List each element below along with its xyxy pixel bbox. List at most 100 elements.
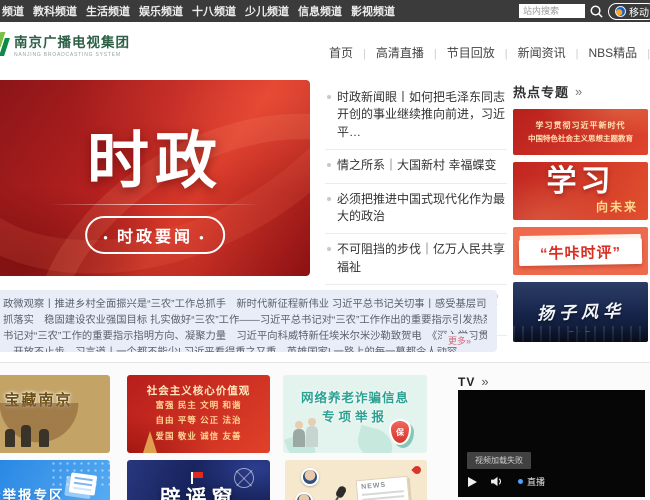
flag-icon: [193, 472, 203, 478]
ticker-line[interactable]: 、开放不止步 习言道丨一个都不能少! 习近平看得重之又重 英雄国家! 一路上的每…: [3, 345, 487, 352]
nav-news[interactable]: 新闻资讯: [517, 46, 567, 60]
channel-link[interactable]: 娱乐频道: [139, 3, 183, 19]
banner-divider: [50, 204, 260, 205]
topic-text: 扬子风华: [536, 296, 625, 324]
topic-text: 学习: [547, 162, 615, 200]
video-error-toast: 视频加载失败: [467, 452, 531, 469]
channel-link[interactable]: 影视频道: [351, 3, 395, 19]
live-label: 直播: [527, 475, 545, 488]
card-core-values[interactable]: 社会主义核心价值观 富强 民主 文明 和谐 自由 平等 公正 法治 爱国 敬业 …: [127, 375, 270, 453]
banner-title: 时政: [0, 110, 310, 200]
logo-subtitle: NANJING BROADCASTING SYSTEM: [14, 52, 130, 58]
values-line: 自由 平等 公正 法治: [127, 413, 270, 428]
headline-item[interactable]: 必须把推进中国式现代化作为最大的政治: [325, 184, 507, 235]
document-icon: [69, 472, 98, 495]
video-player[interactable]: 视频加载失败 直播: [458, 390, 645, 497]
microphone-icon: [335, 485, 348, 499]
hot-topics-more-icon[interactable]: »: [575, 84, 582, 99]
headline-text: 不可阻挡的步伐｜亿万人民共享福祉: [337, 241, 507, 276]
shield-icon: 保: [389, 419, 411, 445]
bullet-icon: [327, 247, 331, 251]
bronze-figure-icon: [5, 429, 15, 447]
player-controls: 直播: [468, 475, 545, 488]
headline-text: 情之所系｜大国新村 幸福蝶变: [337, 157, 496, 174]
more-link[interactable]: 更多»: [442, 334, 471, 347]
hot-topics-title: 热点专题: [513, 82, 569, 101]
channel-link[interactable]: 生活频道: [86, 3, 130, 19]
flower-icon: [411, 464, 422, 475]
mobile-version-label: 移动: [629, 4, 649, 19]
channel-bar: 频道 教科频道 生活频道 娱乐频道 十八频道 少儿频道 信息频道 影视频道 移动: [0, 0, 650, 22]
main-nav: 首页|高清直播|节目回放|新闻资讯|NBS精品|牛咔时评|广: [328, 44, 650, 61]
paper-decoration: “牛咔时评”: [519, 238, 642, 266]
tv-section-header: TV »: [458, 374, 489, 389]
mobile-app-icon: [615, 6, 626, 17]
channel-link[interactable]: 信息频道: [298, 3, 342, 19]
bullet-icon: [327, 163, 331, 167]
card-enterprise-report[interactable]: 企举报专区: [0, 460, 110, 500]
headline-item[interactable]: 情之所系｜大国新村 幸福蝶变: [325, 150, 507, 183]
volume-icon[interactable]: [491, 476, 504, 487]
bronze-figure-icon: [21, 425, 31, 447]
search-input[interactable]: [519, 4, 585, 18]
tv-label: TV: [458, 375, 475, 389]
channel-link[interactable]: 教科频道: [33, 3, 77, 19]
ticker-line[interactable]: 抓落实 稳固建设农业强国目标 扎实做好“三农”工作——习近平总书记对“三农”工作…: [3, 313, 487, 329]
nav-replay[interactable]: 节目回放: [446, 46, 496, 60]
ticker-line[interactable]: 书记对“三农”工作的重要指示指明方向、凝聚力量 习近平向科威特新任埃米尔米沙勒致…: [3, 329, 487, 345]
hot-topics-panel: 热点专题 » 学习贯彻习近平新时代 中国特色社会主义思想主题教育 学习 向未来 …: [513, 82, 648, 349]
topic-text: 学习贯彻习近平新时代: [536, 120, 626, 131]
topic-banner-theme-education[interactable]: 学习贯彻习近平新时代 中国特色社会主义思想主题教育: [513, 109, 648, 155]
search-icon[interactable]: [589, 4, 604, 19]
site-header: 南京广播电视集团 NANJING BROADCASTING SYSTEM 首页|…: [0, 22, 650, 78]
headline-item[interactable]: 时政新闻眼丨如何把毛泽东同志开创的事业继续推向前进，习近平…: [325, 82, 507, 150]
card-title: 辟谣窗: [160, 482, 238, 500]
headline-text: 时政新闻眼丨如何把毛泽东同志开创的事业继续推向前进，习近平…: [337, 89, 507, 141]
shield-text: 保: [396, 427, 404, 438]
card-title: 企举报专区: [0, 484, 65, 500]
topic-banner-niuka-review[interactable]: “牛咔时评”: [513, 227, 648, 275]
card-news-hotline[interactable]: NEWS: [285, 460, 427, 500]
topic-banner-learning-future[interactable]: 学习 向未来: [513, 162, 648, 220]
statue-decoration: [143, 431, 157, 453]
ticker-line[interactable]: 政微观察丨推进乡村全面振兴是“三农”工作总抓手 新时代新征程新伟业 习近平总书记…: [3, 297, 487, 313]
topic-text: 中国特色社会主义思想主题教育: [528, 133, 633, 144]
topic-caption: — · —: [569, 329, 592, 334]
page: 频道 教科频道 生活频道 娱乐频道 十八频道 少儿频道 信息频道 影视频道 移动…: [0, 0, 650, 500]
card-elder-fraud-report[interactable]: 网络养老诈骗信息 专项举报 保: [283, 375, 427, 453]
bullet-icon: [327, 95, 331, 99]
anchor-avatar: [295, 492, 313, 500]
card-title: 社会主义核心价值观: [127, 383, 270, 398]
nbs-logo-icon: [0, 32, 10, 58]
logo-title: 南京广播电视集团: [14, 31, 130, 51]
channel-link[interactable]: 频道: [2, 3, 24, 19]
site-logo[interactable]: 南京广播电视集团 NANJING BROADCASTING SYSTEM: [0, 31, 130, 58]
news-ticker: 政微观察丨推进乡村全面振兴是“三农”工作总抓手 新时代新征程新伟业 习近平总书记…: [0, 290, 497, 352]
banner-badge[interactable]: 时政要闻: [85, 216, 225, 254]
bronze-figure-icon: [39, 429, 49, 447]
topic-banner-yangzi-fenghua[interactable]: 扬子风华 — · —: [513, 282, 648, 342]
channel-link[interactable]: 十八频道: [192, 3, 236, 19]
mobile-version-button[interactable]: 移动: [608, 3, 650, 20]
bullet-icon: [327, 197, 331, 201]
channel-link[interactable]: 少儿频道: [245, 3, 289, 19]
newspaper-masthead: NEWS: [361, 480, 403, 491]
card-rumor-debunk[interactable]: 辟谣窗: [127, 460, 270, 500]
card-title: 网络养老诈骗信息: [283, 387, 427, 406]
nav-nbs-premium[interactable]: NBS精品: [588, 46, 639, 60]
tv-more-icon[interactable]: »: [481, 374, 488, 389]
headline-text: 必须把推进中国式现代化作为最大的政治: [337, 191, 507, 226]
hero-banner[interactable]: 时政 时政要闻: [0, 80, 310, 276]
headline-item[interactable]: 不可阻挡的步伐｜亿万人民共享福祉: [325, 234, 507, 285]
card-treasure-nanjing[interactable]: 宝藏南京: [0, 375, 110, 453]
topic-text: 向未来: [596, 198, 638, 215]
live-dot-icon: [518, 479, 523, 484]
live-toggle[interactable]: 直播: [518, 475, 545, 488]
topbar-right: 移动: [519, 0, 650, 22]
topic-text: “牛咔时评”: [540, 241, 621, 263]
nav-live[interactable]: 高清直播: [375, 46, 425, 60]
newspaper-illustration: NEWS: [356, 476, 411, 500]
play-icon[interactable]: [468, 477, 477, 487]
anchor-avatar: [301, 468, 319, 486]
nav-home[interactable]: 首页: [328, 46, 354, 60]
